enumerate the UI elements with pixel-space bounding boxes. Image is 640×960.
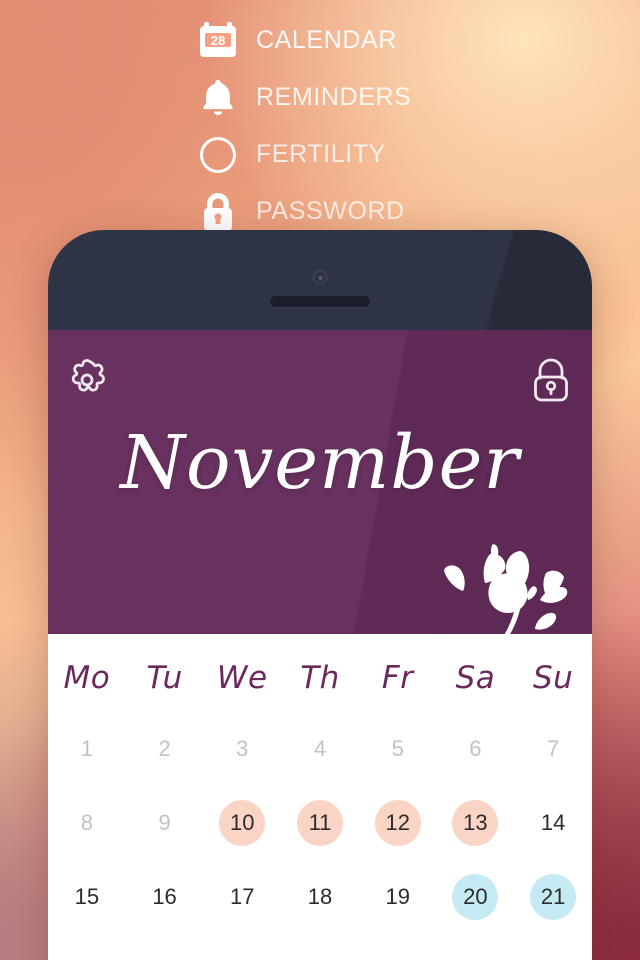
calendar-day-14[interactable]: 14	[530, 800, 576, 846]
calendar-cell: 7	[514, 712, 592, 786]
feature-list: 28 CALENDAR REMINDERS FERTILITY PASSWORD	[0, 0, 640, 240]
weekday-su: Su	[532, 660, 574, 696]
calendar-day-21[interactable]: 21	[530, 874, 577, 920]
calendar-day-6[interactable]: 6	[452, 726, 498, 772]
calendar-day-7[interactable]: 7	[530, 726, 576, 772]
feature-label-reminders: REMINDERS	[256, 83, 412, 111]
calendar-cell: 6	[437, 712, 515, 786]
calendar-cell: 3	[203, 712, 281, 786]
feature-item-fertility: FERTILITY	[190, 126, 450, 183]
calendar-day-9[interactable]: 9	[142, 800, 188, 846]
calendar-day-10[interactable]: 10	[219, 800, 266, 846]
weekday-fr: Fr	[381, 660, 414, 696]
calendar-day-8[interactable]: 8	[64, 800, 110, 846]
calendar-day-19[interactable]: 19	[375, 874, 421, 920]
weekday-tu: Tu	[146, 660, 183, 696]
feature-label-calendar: CALENDAR	[256, 26, 397, 54]
calendar-day-1[interactable]: 1	[64, 726, 110, 772]
weekday-sa: Sa	[455, 660, 496, 696]
calendar-cell: 4	[281, 712, 359, 786]
calendar-cell: 8	[48, 786, 126, 860]
calendar-cell: 10	[203, 786, 281, 860]
app-root: 28 CALENDAR REMINDERS FERTILITY PASSWORD…	[0, 0, 640, 960]
calendar-day-20[interactable]: 20	[452, 874, 499, 920]
calendar-cell: 16	[126, 860, 204, 934]
calendar-week-row: 8 9 10 11 12 13 14	[48, 786, 592, 860]
feature-item-reminders: REMINDERS	[190, 69, 450, 126]
calendar-cell: 2	[126, 712, 204, 786]
phone-screen: November Mo Tu We Th Fr Sa Su 1 2 3 4 5 …	[48, 330, 592, 960]
calendar-day-15[interactable]: 15	[64, 874, 110, 920]
feature-item-calendar: 28 CALENDAR	[190, 12, 450, 69]
feature-label-password: PASSWORD	[256, 197, 405, 225]
calendar-day-4[interactable]: 4	[297, 726, 343, 772]
bell-icon	[190, 72, 246, 124]
circle-icon	[190, 129, 246, 181]
calendar-day-16[interactable]: 16	[142, 874, 188, 920]
weekday-th: Th	[300, 660, 340, 696]
calendar-day-13[interactable]: 13	[452, 800, 499, 846]
calendar-cell: 1	[48, 712, 126, 786]
calendar-cell: 15	[48, 860, 126, 934]
feature-label-fertility: FERTILITY	[256, 140, 386, 168]
earpiece-speaker	[270, 296, 370, 307]
calendar-grid: Mo Tu We Th Fr Sa Su 1 2 3 4 5 6 7 8 9 10 11 12 13 14…	[48, 634, 592, 934]
calendar-cell: 13	[437, 786, 515, 860]
calendar-icon-day: 28	[211, 33, 225, 48]
calendar-cell: 11	[281, 786, 359, 860]
gear-icon[interactable]	[58, 351, 116, 409]
weekday-we: We	[216, 660, 268, 696]
calendar-cell: 14	[514, 786, 592, 860]
calendar-cell: 12	[359, 786, 437, 860]
calendar-week-row: 15 16 17 18 19 20 21	[48, 860, 592, 934]
calendar-weeks: 1 2 3 4 5 6 7 8 9 10 11 12 13 14 15 16 17 18 19 20 21	[48, 712, 592, 934]
calendar-cell: 18	[281, 860, 359, 934]
padlock-icon[interactable]	[522, 351, 580, 409]
calendar-icon: 28	[190, 15, 246, 67]
calendar-day-3[interactable]: 3	[219, 726, 265, 772]
phone-mockup: November Mo Tu We Th Fr Sa Su 1 2 3 4 5 …	[48, 230, 592, 960]
weekday-header-row: Mo Tu We Th Fr Sa Su	[48, 638, 592, 712]
month-title: November	[120, 420, 520, 506]
calendar-cell: 20	[437, 860, 515, 934]
lotus-flower-icon	[428, 515, 592, 634]
weekday-mo: Mo	[63, 660, 111, 696]
calendar-day-5[interactable]: 5	[375, 726, 421, 772]
calendar-cell: 5	[359, 712, 437, 786]
calendar-cell: 19	[359, 860, 437, 934]
calendar-day-11[interactable]: 11	[296, 800, 343, 846]
calendar-day-17[interactable]: 17	[219, 874, 265, 920]
calendar-day-12[interactable]: 12	[374, 800, 421, 846]
front-camera-icon	[312, 270, 328, 285]
calendar-day-18[interactable]: 18	[297, 874, 343, 920]
calendar-cell: 9	[126, 786, 204, 860]
calendar-cell: 21	[514, 860, 592, 934]
calendar-day-2[interactable]: 2	[142, 726, 188, 772]
calendar-week-row: 1234567	[48, 712, 592, 786]
calendar-cell: 17	[203, 860, 281, 934]
app-header: November	[48, 330, 592, 634]
